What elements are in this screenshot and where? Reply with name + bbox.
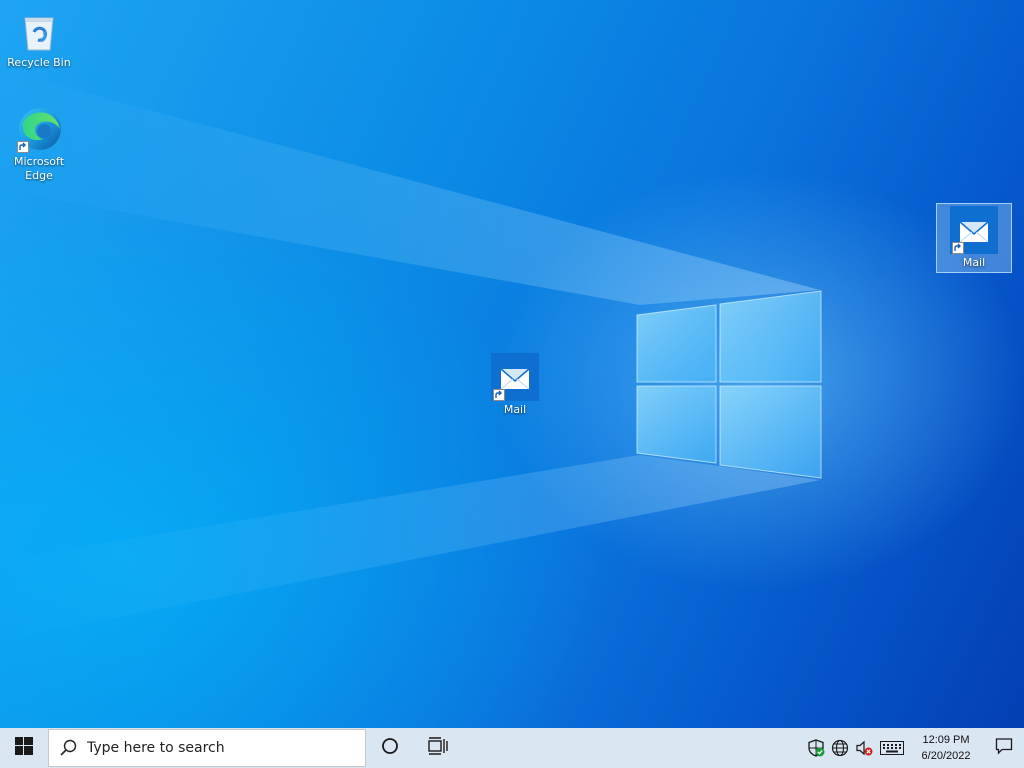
search-box[interactable] [48, 729, 366, 767]
network-globe-icon[interactable] [828, 728, 852, 768]
desktop-icon-microsoft-edge[interactable]: Microsoft Edge [1, 105, 77, 183]
icon-label: Microsoft Edge [13, 155, 65, 182]
desktop[interactable]: Recycle Bin Microsoft Edge Mail Mail [0, 0, 1024, 728]
cortana-circle-icon [381, 737, 399, 759]
task-view-button[interactable] [414, 728, 462, 768]
task-view-icon [428, 737, 448, 759]
clock-time: 12:09 PM [922, 734, 970, 746]
keyboard-icon[interactable] [876, 728, 908, 768]
mail-icon [950, 206, 998, 254]
system-tray: 12:09 PM 6/20/2022 [804, 728, 1024, 768]
icon-label: Mail [503, 403, 527, 416]
mail-icon [491, 353, 539, 401]
desktop-icon-mail[interactable]: Mail [477, 353, 553, 417]
recycle-bin-icon [15, 6, 63, 54]
edge-icon [15, 105, 63, 153]
icon-label: Recycle Bin [7, 56, 71, 69]
desktop-icon-mail-selected[interactable]: Mail [936, 203, 1012, 273]
shortcut-arrow-icon [493, 389, 505, 401]
search-icon [49, 739, 87, 757]
shortcut-arrow-icon [17, 141, 29, 153]
windows-logo-icon [15, 737, 33, 759]
clock-date: 6/20/2022 [921, 750, 971, 762]
clock[interactable]: 12:09 PM 6/20/2022 [908, 732, 984, 764]
volume-muted-icon[interactable] [852, 728, 876, 768]
defender-shield-icon[interactable] [804, 728, 828, 768]
icon-label: Mail [962, 256, 986, 269]
taskbar: 12:09 PM 6/20/2022 [0, 728, 1024, 768]
search-input[interactable] [87, 740, 347, 756]
desktop-icon-recycle-bin[interactable]: Recycle Bin [1, 6, 77, 70]
start-button[interactable] [0, 728, 48, 768]
action-center-icon [995, 737, 1013, 759]
action-center-button[interactable] [984, 728, 1024, 768]
cortana-button[interactable] [366, 728, 414, 768]
shortcut-arrow-icon [952, 242, 964, 254]
